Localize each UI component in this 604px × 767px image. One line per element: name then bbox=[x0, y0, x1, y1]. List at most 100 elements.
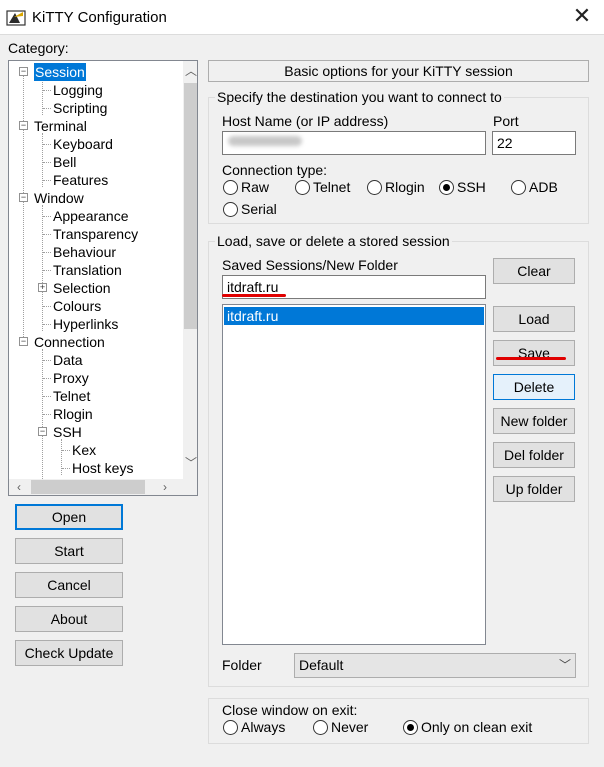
tree-item-session[interactable]: Session bbox=[34, 63, 86, 81]
tree-line bbox=[43, 180, 51, 181]
check-update-button[interactable]: Check Update bbox=[15, 640, 123, 666]
scroll-left-icon[interactable]: ‹ bbox=[11, 479, 27, 495]
session-list-item[interactable]: itdraft.ru bbox=[224, 307, 484, 325]
tree-horizontal-scroll-thumb[interactable] bbox=[31, 480, 145, 494]
tree-item-transparency[interactable]: Transparency bbox=[53, 225, 138, 243]
tree-item-terminal[interactable]: Terminal bbox=[34, 117, 87, 135]
window-title: KiTTY Configuration bbox=[32, 9, 167, 26]
tree-item-host-keys[interactable]: Host keys bbox=[72, 459, 133, 477]
tree-line bbox=[61, 439, 62, 475]
session-list[interactable]: itdraft.ru bbox=[222, 304, 486, 645]
close-icon[interactable]: ✕ bbox=[570, 4, 594, 28]
delete-button[interactable]: Delete bbox=[493, 374, 575, 400]
radio-only-clean-exit[interactable] bbox=[403, 720, 418, 735]
radio-never[interactable] bbox=[313, 720, 328, 735]
tree-line bbox=[43, 144, 51, 145]
tree-line bbox=[42, 79, 43, 115]
tree-item-telnet[interactable]: Telnet bbox=[53, 387, 90, 405]
tree-item-ssh[interactable]: SSH bbox=[53, 423, 82, 441]
tree-item-keyboard[interactable]: Keyboard bbox=[53, 135, 113, 153]
open-button[interactable]: Open bbox=[15, 504, 123, 530]
tree-expander-icon[interactable]: − bbox=[19, 67, 28, 76]
del-folder-button[interactable]: Del folder bbox=[493, 442, 575, 468]
about-button[interactable]: About bbox=[15, 606, 123, 632]
tree-line bbox=[43, 324, 51, 325]
tree-item-hyperlinks[interactable]: Hyperlinks bbox=[53, 315, 118, 333]
tree-line bbox=[43, 378, 51, 379]
load-button[interactable]: Load bbox=[493, 306, 575, 332]
tree-item-logging[interactable]: Logging bbox=[53, 81, 103, 99]
close-on-exit-label: Close window on exit: bbox=[222, 702, 358, 718]
tree-horizontal-scrollbar[interactable]: ‹ › bbox=[9, 479, 183, 495]
tree-item-rlogin[interactable]: Rlogin bbox=[53, 405, 93, 423]
radio-raw-label: Raw bbox=[241, 179, 270, 195]
sessions-group-title: Load, save or delete a stored session bbox=[215, 233, 452, 249]
port-input[interactable]: 22 bbox=[492, 131, 576, 155]
tree-item-appearance[interactable]: Appearance bbox=[53, 207, 129, 225]
destination-group-title: Specify the destination you want to conn… bbox=[215, 89, 504, 105]
new-folder-button[interactable]: New folder bbox=[493, 408, 575, 434]
category-tree[interactable]: − Session Logging Scripting − Terminal Keyboar… bbox=[8, 60, 198, 496]
scroll-right-icon[interactable]: › bbox=[157, 479, 173, 495]
radio-raw[interactable] bbox=[223, 180, 238, 195]
radio-telnet[interactable] bbox=[295, 180, 310, 195]
tree-item-kex[interactable]: Kex bbox=[72, 441, 96, 459]
tree-item-proxy[interactable]: Proxy bbox=[53, 369, 89, 387]
tree-item-connection[interactable]: Connection bbox=[34, 333, 105, 351]
tree-item-translation[interactable]: Translation bbox=[53, 261, 122, 279]
radio-adb[interactable] bbox=[511, 180, 526, 195]
tree-expander-icon[interactable]: + bbox=[38, 283, 47, 292]
tree-line bbox=[43, 90, 51, 91]
tree-item-behaviour[interactable]: Behaviour bbox=[53, 243, 116, 261]
tree-line bbox=[43, 252, 51, 253]
tree-vertical-scroll-thumb[interactable] bbox=[184, 83, 197, 329]
port-label: Port bbox=[493, 113, 519, 129]
clear-button[interactable]: Clear bbox=[493, 258, 575, 284]
tree-line bbox=[43, 414, 51, 415]
tree-line bbox=[43, 234, 51, 235]
panel-header: Basic options for your KiTTY session bbox=[208, 60, 589, 82]
chevron-down-icon: ﹀ bbox=[558, 658, 571, 672]
tree-item-window[interactable]: Window bbox=[34, 189, 84, 207]
save-button[interactable]: Save bbox=[493, 340, 575, 366]
host-label: Host Name (or IP address) bbox=[222, 113, 389, 129]
folder-select-value: Default bbox=[299, 657, 344, 673]
connection-type-label: Connection type: bbox=[222, 162, 328, 178]
tree-item-features[interactable]: Features bbox=[53, 171, 108, 189]
radio-always-label: Always bbox=[241, 719, 286, 735]
radio-rlogin[interactable] bbox=[367, 180, 382, 195]
tree-expander-icon[interactable]: − bbox=[19, 193, 28, 202]
tree-vertical-scrollbar[interactable]: ︿ ﹀ bbox=[183, 61, 197, 479]
tree-item-colours[interactable]: Colours bbox=[53, 297, 101, 315]
saved-sessions-label: Saved Sessions/New Folder bbox=[222, 257, 398, 273]
tree-line bbox=[43, 162, 51, 163]
tree-line bbox=[43, 216, 51, 217]
radio-serial-label: Serial bbox=[241, 201, 277, 217]
scroll-down-icon[interactable]: ﹀ bbox=[183, 455, 197, 471]
start-button[interactable]: Start bbox=[15, 538, 123, 564]
cancel-button[interactable]: Cancel bbox=[15, 572, 123, 598]
tree-line bbox=[42, 133, 43, 187]
tree-expander-icon[interactable]: − bbox=[38, 427, 47, 436]
tree-line bbox=[62, 450, 70, 451]
radio-serial[interactable] bbox=[223, 202, 238, 217]
radio-always[interactable] bbox=[223, 720, 238, 735]
tree-expander-icon[interactable]: − bbox=[19, 337, 28, 346]
annotation-underline-save bbox=[496, 357, 566, 360]
scroll-up-icon[interactable]: ︿ bbox=[183, 63, 197, 79]
tree-line bbox=[43, 108, 51, 109]
radio-ssh[interactable] bbox=[439, 180, 454, 195]
tree-item-data[interactable]: Data bbox=[53, 351, 83, 369]
category-label: Category: bbox=[8, 40, 69, 56]
tree-line bbox=[62, 468, 70, 469]
tree-item-selection[interactable]: Selection bbox=[53, 279, 111, 297]
up-folder-button[interactable]: Up folder bbox=[493, 476, 575, 502]
tree-item-scripting[interactable]: Scripting bbox=[53, 99, 107, 117]
tree-expander-icon[interactable]: − bbox=[19, 121, 28, 130]
scrollbar-corner bbox=[183, 479, 197, 495]
radio-adb-label: ADB bbox=[529, 179, 558, 195]
radio-never-label: Never bbox=[331, 719, 369, 735]
radio-telnet-label: Telnet bbox=[313, 179, 351, 195]
folder-select[interactable]: Default ﹀ bbox=[294, 653, 576, 678]
tree-item-bell[interactable]: Bell bbox=[53, 153, 76, 171]
